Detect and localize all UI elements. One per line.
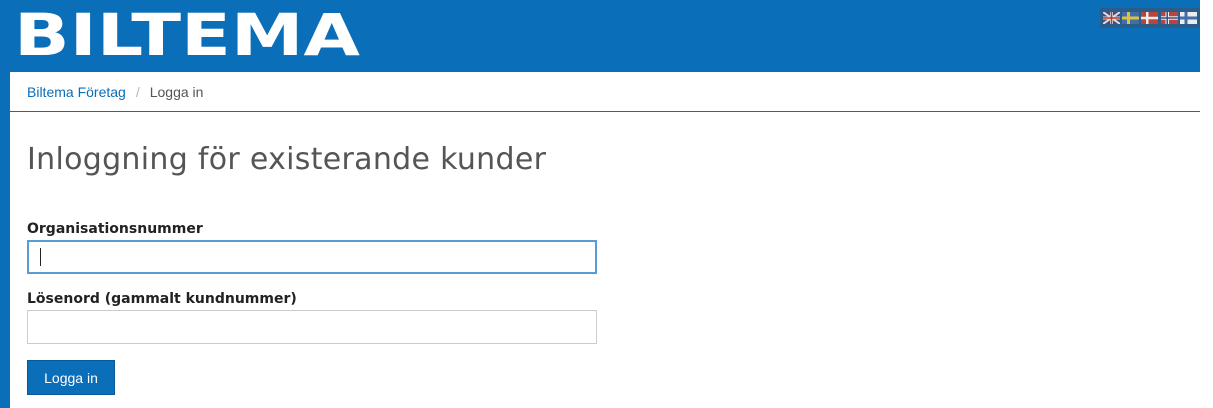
finnish-flag-icon[interactable]	[1179, 12, 1197, 24]
breadcrumb-home-link[interactable]: Biltema Företag	[27, 84, 126, 100]
breadcrumb-current: Logga in	[149, 83, 204, 100]
page-title: Inloggning för existerande kunder	[27, 142, 547, 177]
login-button[interactable]: Logga in	[27, 360, 115, 395]
danish-flag-icon[interactable]	[1141, 12, 1159, 24]
org-number-input[interactable]	[27, 240, 597, 274]
norwegian-flag-icon[interactable]	[1160, 12, 1178, 24]
svg-text:BILTEMA: BILTEMA	[14, 8, 360, 60]
swedish-flag-icon[interactable]	[1122, 12, 1140, 24]
org-number-label: Organisationsnummer	[27, 221, 203, 237]
password-label: Lösenord (gammalt kundnummer)	[27, 291, 297, 307]
biltema-logo[interactable]: BILTEMA	[14, 8, 362, 60]
site-header: BILTEMA	[0, 0, 1200, 72]
breadcrumb: Biltema Företag / Logga in	[10, 72, 1200, 112]
breadcrumb-separator: /	[135, 83, 140, 100]
english-flag-icon[interactable]	[1103, 12, 1121, 24]
language-selector	[1100, 8, 1200, 28]
password-input[interactable]	[27, 310, 597, 344]
text-caret	[40, 248, 41, 266]
